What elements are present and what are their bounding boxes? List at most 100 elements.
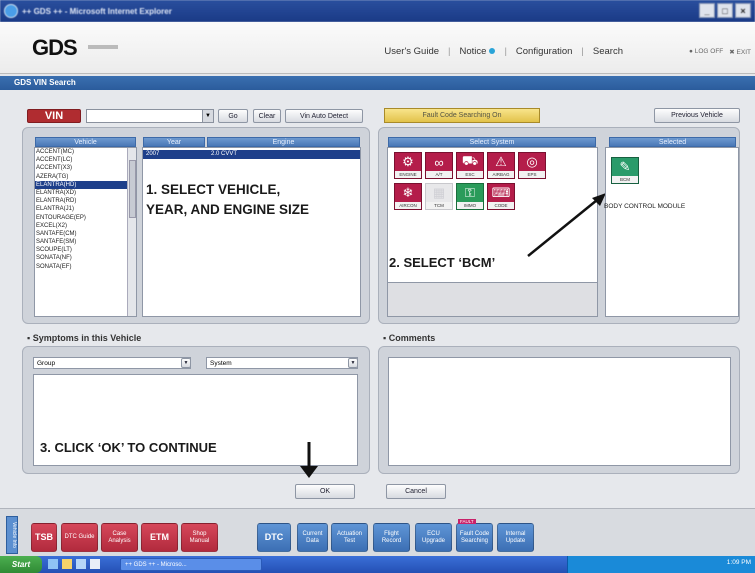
toolbar-dtc-guide-button[interactable]: DTC Guide [61, 523, 98, 552]
page-title: GDS VIN Search [0, 76, 755, 90]
go-button[interactable]: Go [218, 109, 248, 123]
top-nav: User's Guide | Notice | Configuration | Sea… [384, 46, 623, 57]
vehicle-list-item[interactable]: ACCENT(LC) [35, 156, 131, 164]
annotation-step1-line2: YEAR, AND ENGINE SIZE [146, 202, 310, 217]
chevron-down-icon[interactable]: ▼ [202, 110, 213, 122]
vehicle-list-item[interactable]: SONATA(NF) [35, 254, 131, 262]
toolbar-internal-update-button[interactable]: Internal Update [497, 523, 534, 552]
system-aircon-button[interactable]: ❄ AIRCON [394, 183, 422, 210]
bcm-selected-icon[interactable]: ✎ BCM [611, 157, 639, 184]
comments-textarea[interactable] [388, 357, 731, 466]
vehicle-list[interactable]: ACCENT(MC) ACCENT(LC) ACCENT(X3) AZERA(TG) E… [35, 148, 131, 316]
clock: 1:09 PM [726, 559, 751, 566]
fault-code-searching-button[interactable]: Fault Code Searching On [384, 108, 540, 123]
chevron-down-icon[interactable]: ▼ [348, 358, 358, 368]
vehicle-list-item[interactable]: ENTOURAGE(EP) [35, 214, 131, 222]
vehicle-list-item[interactable]: ELANTRA(RD) [35, 197, 131, 205]
vehicle-list-item[interactable]: EXCEL(X2) [35, 222, 131, 230]
folder-quicklaunch-icon[interactable] [62, 559, 72, 569]
immobilizer-icon: ⚿ [465, 185, 475, 200]
system-icon-label: IMMO [457, 202, 483, 209]
arrow-step2-icon [527, 193, 606, 257]
system-esc-button[interactable]: ⛟ ESC [456, 152, 484, 179]
nav-configuration[interactable]: Configuration [516, 46, 573, 57]
toolbar-case-analysis-button[interactable]: Case Analysis [101, 523, 138, 552]
previous-vehicle-button[interactable]: Previous Vehicle [654, 108, 740, 123]
system-icon-label: TCM [426, 202, 452, 209]
app-quicklaunch-icon[interactable] [90, 559, 100, 569]
selected-year-row[interactable]: 2007 2.0 CVVT [143, 150, 360, 159]
exit-label: EXIT [736, 49, 751, 56]
tcm-icon: ▦ [432, 185, 446, 200]
annotation-step1-line1: 1. SELECT VEHICLE, [146, 182, 281, 197]
toolbar-actuation-test-button[interactable]: Actuation Test [331, 523, 368, 552]
nav-users-guide[interactable]: User's Guide [384, 46, 439, 57]
nav-search[interactable]: Search [593, 46, 623, 57]
vehicle-list-item[interactable]: SONATA(EF) [35, 263, 131, 271]
vin-auto-detect-button[interactable]: Vin Auto Detect [285, 109, 363, 123]
group-select[interactable]: Group [33, 357, 191, 369]
cancel-button[interactable]: Cancel [386, 484, 446, 499]
toolbar-ecu-upgrade-button[interactable]: ECU Upgrade [415, 523, 452, 552]
system-icon-label: AIRCON [395, 202, 421, 209]
vehicle-info-tab[interactable]: Vehicle Info [6, 516, 18, 554]
vehicle-list-item[interactable]: ELANTRA(HD) [35, 180, 131, 189]
system-steering-button[interactable]: ◎ EPS [518, 152, 546, 179]
logoff-link[interactable]: ● LOG OFF [689, 48, 723, 56]
select-system-header: Select System [388, 137, 596, 147]
year-column-header: Year [143, 137, 205, 147]
vehicle-list-item[interactable]: ACCENT(MC) [35, 148, 131, 156]
internet-explorer-icon [4, 4, 18, 18]
comments-title-label: Comments [388, 333, 436, 343]
taskbar-gds-window[interactable]: ++ GDS ++ - Microso... [120, 558, 262, 571]
toolbar-current-data-button[interactable]: Current Data [297, 523, 328, 552]
toolbar-shop-manual-button[interactable]: Shop Manual [181, 523, 218, 552]
close-button[interactable]: × [735, 3, 751, 18]
window-title: ++ GDS ++ - Microsoft Internet Explorer [22, 6, 172, 16]
logo-text: GDS [32, 35, 78, 60]
vehicle-list-item[interactable]: AZERA(TG) [35, 173, 131, 181]
app-header: GDS User's Guide | Notice | Configuration |… [0, 22, 755, 74]
system-select[interactable]: System [206, 357, 358, 369]
system-engine-button[interactable]: ⚙ ENGINE [394, 152, 422, 179]
toolbar-dtc-button[interactable]: DTC [257, 523, 291, 552]
toolbar-fault-code-searching-button[interactable]: Fault Code Searching [456, 523, 493, 552]
chevron-down-icon[interactable]: ▼ [181, 358, 191, 368]
toolbar-flight-record-button[interactable]: Flight Record [373, 523, 410, 552]
nav-notice[interactable]: Notice [460, 46, 496, 57]
year-engine-list[interactable] [142, 147, 361, 317]
toolbar-tsb-button[interactable]: TSB [31, 523, 57, 552]
vehicle-list-item[interactable]: ELANTRA(XD) [35, 189, 131, 197]
vin-label: VIN [27, 109, 81, 123]
windows-taskbar: Start ++ GDS ++ - Microso... 1:09 PM [0, 556, 755, 573]
vehicle-list-item[interactable]: ACCENT(X3) [35, 164, 131, 172]
clear-button[interactable]: Clear [253, 109, 281, 123]
system-airbag-button[interactable]: ⚠ AIRBAG [487, 152, 515, 179]
toolbar-etm-button[interactable]: ETM [141, 523, 178, 552]
system-icon-label: AIRBAG [488, 171, 514, 178]
selected-year: 2007 [146, 151, 160, 157]
vehicle-list-scrollbar[interactable] [127, 148, 136, 316]
vehicle-list-item[interactable]: SCOUPE(LT) [35, 246, 131, 254]
system-icon-label: CODE [488, 202, 514, 209]
maximize-button[interactable]: □ [717, 3, 733, 18]
system-tcm-button[interactable]: ▦ TCM [425, 183, 453, 210]
system-icon-label: A/T [426, 171, 452, 178]
scrollbar-thumb[interactable] [129, 160, 136, 218]
vehicle-list-item[interactable]: SANTAFE(CM) [35, 230, 131, 238]
system-immobilizer-button[interactable]: ⚿ IMMO [456, 183, 484, 210]
start-button[interactable]: Start [0, 556, 42, 573]
esc-icon: ⛟ [461, 153, 479, 168]
system-transmission-button[interactable]: ∞ A/T [425, 152, 453, 179]
desktop-quicklaunch-icon[interactable] [76, 559, 86, 569]
ok-button[interactable]: OK [295, 484, 355, 499]
transmission-icon: ∞ [434, 154, 444, 170]
system-code-button[interactable]: ⌨ CODE [487, 183, 515, 210]
exit-link[interactable]: ✖ EXIT [729, 48, 751, 56]
title-bar: ++ GDS ++ - Microsoft Internet Explorer … [0, 0, 755, 22]
minimize-button[interactable]: _ [699, 3, 715, 18]
ie-quicklaunch-icon[interactable] [48, 559, 58, 569]
vehicle-list-item[interactable]: SANTAFE(SM) [35, 238, 131, 246]
vehicle-list-item[interactable]: ELANTRA(J1) [35, 205, 131, 213]
vin-input[interactable] [86, 109, 214, 123]
